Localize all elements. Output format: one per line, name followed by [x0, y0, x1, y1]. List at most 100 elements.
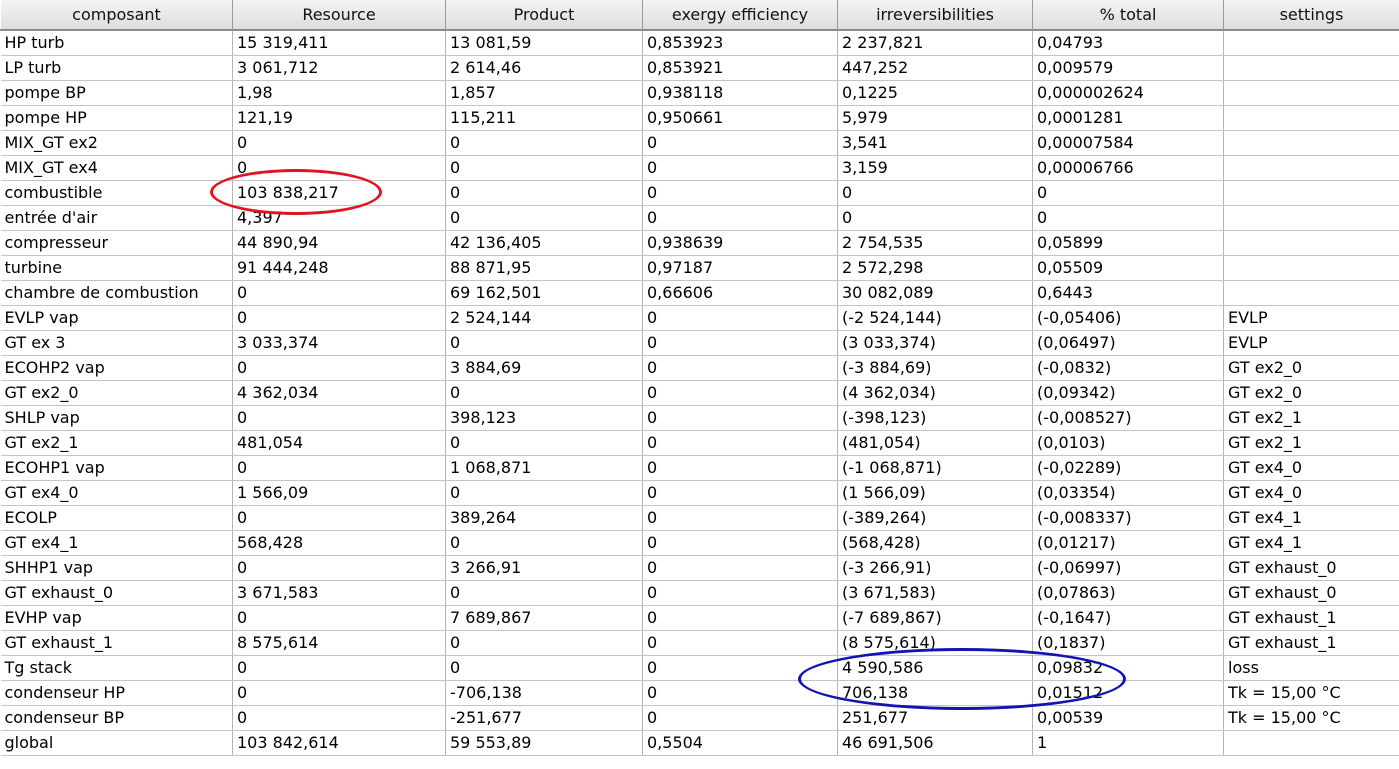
table-row[interactable]: ECOHP2 vap 0 3 884,69 0 (-3 884,69) (-0,0832)…	[0, 355, 1399, 381]
percent-total-cell[interactable]: (0,06497)	[1032, 330, 1224, 356]
settings-cell[interactable]: Tk = 15,00 °C	[1223, 680, 1399, 706]
exergy-efficiency-cell[interactable]: 0,5504	[642, 730, 838, 756]
table-row[interactable]: EVLP vap 0 2 524,144 0 (-2 524,144) (-0,05406…	[0, 305, 1399, 331]
resource-cell[interactable]: 4 362,034	[232, 380, 446, 406]
percent-total-cell[interactable]: 0,6443	[1032, 280, 1224, 306]
irreversibilities-cell[interactable]: (-3 884,69)	[837, 355, 1033, 381]
product-cell[interactable]: 42 136,405	[445, 230, 643, 256]
irreversibilities-cell[interactable]: (4 362,034)	[837, 380, 1033, 406]
table-row[interactable]: pompe HP 121,19 115,211 0,950661 5,979 0,0001…	[0, 105, 1399, 131]
exergy-efficiency-cell[interactable]: 0,66606	[642, 280, 838, 306]
settings-cell[interactable]: GT ex4_1	[1223, 530, 1399, 556]
product-cell[interactable]: 2 614,46	[445, 55, 643, 81]
percent-total-cell[interactable]: (-0,008527)	[1032, 405, 1224, 431]
exergy-efficiency-cell[interactable]: 0	[642, 455, 838, 481]
product-cell[interactable]: 0	[445, 630, 643, 656]
table-row[interactable]: Tg stack 0 0 0 4 590,586 0,09832 loss	[0, 655, 1399, 681]
composant-cell[interactable]: Tg stack	[0, 655, 233, 681]
composant-cell[interactable]: pompe BP	[0, 80, 233, 106]
resource-cell[interactable]: 0	[232, 455, 446, 481]
resource-cell[interactable]: 481,054	[232, 430, 446, 456]
product-cell[interactable]: -706,138	[445, 680, 643, 706]
product-cell[interactable]: 3 884,69	[445, 355, 643, 381]
table-row[interactable]: EVHP vap 0 7 689,867 0 (-7 689,867) (-0,1647)…	[0, 605, 1399, 631]
product-cell[interactable]: 0	[445, 530, 643, 556]
percent-total-cell[interactable]: 0,000002624	[1032, 80, 1224, 106]
exergy-efficiency-cell[interactable]: 0,853921	[642, 55, 838, 81]
irreversibilities-cell[interactable]: (-1 068,871)	[837, 455, 1033, 481]
percent-total-cell[interactable]: 0,09832	[1032, 655, 1224, 681]
exergy-efficiency-cell[interactable]: 0	[642, 180, 838, 206]
exergy-efficiency-cell[interactable]: 0	[642, 605, 838, 631]
percent-total-cell[interactable]: (-0,1647)	[1032, 605, 1224, 631]
irreversibilities-cell[interactable]: 2 754,535	[837, 230, 1033, 256]
settings-cell[interactable]: GT exhaust_1	[1223, 605, 1399, 631]
settings-cell[interactable]: EVLP	[1223, 305, 1399, 331]
percent-total-cell[interactable]: (-0,008337)	[1032, 505, 1224, 531]
settings-cell[interactable]: EVLP	[1223, 330, 1399, 356]
exergy-efficiency-cell[interactable]: 0,97187	[642, 255, 838, 281]
composant-cell[interactable]: turbine	[0, 255, 233, 281]
column-header-percent-total[interactable]: % total	[1032, 0, 1224, 31]
exergy-efficiency-cell[interactable]: 0,950661	[642, 105, 838, 131]
settings-cell[interactable]: GT ex2_0	[1223, 380, 1399, 406]
resource-cell[interactable]: 103 838,217	[232, 180, 446, 206]
product-cell[interactable]: 7 689,867	[445, 605, 643, 631]
resource-cell[interactable]: 0	[232, 305, 446, 331]
product-cell[interactable]: 0	[445, 480, 643, 506]
settings-cell[interactable]: GT exhaust_1	[1223, 630, 1399, 656]
percent-total-cell[interactable]: (-0,05406)	[1032, 305, 1224, 331]
settings-cell[interactable]: GT ex2_0	[1223, 355, 1399, 381]
settings-cell[interactable]	[1223, 105, 1399, 131]
irreversibilities-cell[interactable]: (-398,123)	[837, 405, 1033, 431]
composant-cell[interactable]: GT ex4_1	[0, 530, 233, 556]
exergy-efficiency-cell[interactable]: 0	[642, 130, 838, 156]
product-cell[interactable]: 115,211	[445, 105, 643, 131]
column-header-settings[interactable]: settings	[1223, 0, 1399, 31]
irreversibilities-cell[interactable]: 706,138	[837, 680, 1033, 706]
settings-cell[interactable]	[1223, 180, 1399, 206]
resource-cell[interactable]: 8 575,614	[232, 630, 446, 656]
percent-total-cell[interactable]: 0,05899	[1032, 230, 1224, 256]
settings-cell[interactable]: GT exhaust_0	[1223, 555, 1399, 581]
irreversibilities-cell[interactable]: (-2 524,144)	[837, 305, 1033, 331]
irreversibilities-cell[interactable]: 2 572,298	[837, 255, 1033, 281]
irreversibilities-cell[interactable]: (-389,264)	[837, 505, 1033, 531]
product-cell[interactable]: 0	[445, 205, 643, 231]
composant-cell[interactable]: entrée d'air	[0, 205, 233, 231]
table-row[interactable]: combustible 103 838,217 0 0 0 0	[0, 180, 1399, 206]
resource-cell[interactable]: 0	[232, 680, 446, 706]
percent-total-cell[interactable]: 0,01512	[1032, 680, 1224, 706]
resource-cell[interactable]: 0	[232, 505, 446, 531]
product-cell[interactable]: 88 871,95	[445, 255, 643, 281]
exergy-efficiency-cell[interactable]: 0	[642, 555, 838, 581]
exergy-efficiency-cell[interactable]: 0,938639	[642, 230, 838, 256]
product-cell[interactable]: 0	[445, 330, 643, 356]
resource-cell[interactable]: 121,19	[232, 105, 446, 131]
settings-cell[interactable]	[1223, 30, 1399, 56]
irreversibilities-cell[interactable]: (481,054)	[837, 430, 1033, 456]
irreversibilities-cell[interactable]: 4 590,586	[837, 655, 1033, 681]
product-cell[interactable]: 69 162,501	[445, 280, 643, 306]
resource-cell[interactable]: 0	[232, 605, 446, 631]
composant-cell[interactable]: condenseur HP	[0, 680, 233, 706]
exergy-efficiency-cell[interactable]: 0	[642, 355, 838, 381]
exergy-efficiency-cell[interactable]: 0	[642, 630, 838, 656]
composant-cell[interactable]: SHLP vap	[0, 405, 233, 431]
table-row[interactable]: SHLP vap 0 398,123 0 (-398,123) (-0,008527) GT…	[0, 405, 1399, 431]
table-row[interactable]: GT exhaust_0 3 671,583 0 0 (3 671,583) (0,078…	[0, 580, 1399, 606]
resource-cell[interactable]: 1 566,09	[232, 480, 446, 506]
table-row[interactable]: ECOHP1 vap 0 1 068,871 0 (-1 068,871) (-0,022…	[0, 455, 1399, 481]
composant-cell[interactable]: GT ex2_0	[0, 380, 233, 406]
table-row[interactable]: GT exhaust_1 8 575,614 0 0 (8 575,614) (0,183…	[0, 630, 1399, 656]
table-row[interactable]: LP turb 3 061,712 2 614,46 0,853921 447,252 0…	[0, 55, 1399, 81]
percent-total-cell[interactable]: 0,0001281	[1032, 105, 1224, 131]
product-cell[interactable]: 0	[445, 180, 643, 206]
composant-cell[interactable]: combustible	[0, 180, 233, 206]
settings-cell[interactable]	[1223, 80, 1399, 106]
exergy-efficiency-cell[interactable]: 0	[642, 305, 838, 331]
product-cell[interactable]: 0	[445, 130, 643, 156]
irreversibilities-cell[interactable]: (3 033,374)	[837, 330, 1033, 356]
percent-total-cell[interactable]: (0,09342)	[1032, 380, 1224, 406]
composant-cell[interactable]: ECOHP1 vap	[0, 455, 233, 481]
